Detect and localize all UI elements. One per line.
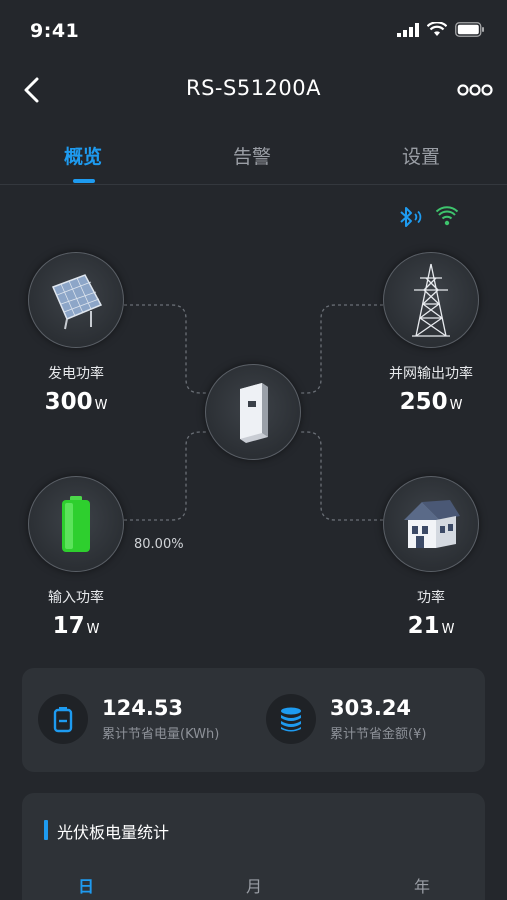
money-saved-stat: 303.24 累计节省金额(¥) <box>266 694 426 744</box>
nav-bar: RS-S51200A <box>0 62 507 118</box>
solar-panel-node[interactable] <box>28 252 124 348</box>
energy-saved-label: 累计节省电量(KWh) <box>102 727 220 742</box>
solar-panel-icon <box>51 274 103 330</box>
grid-output-power-value: 250 W <box>399 389 463 415</box>
tab-alarms[interactable]: 告警 <box>233 142 271 169</box>
period-tab-day[interactable]: 日 <box>78 873 94 897</box>
period-tab-year[interactable]: 年 <box>414 873 430 897</box>
savings-card: 124.53 累计节省电量(KWh) 303.24 累计节省金额(¥) <box>22 668 485 772</box>
period-tab-month[interactable]: 月 <box>246 873 262 897</box>
tab-active-indicator <box>73 179 95 183</box>
energy-saved-value: 124.53 <box>102 696 184 720</box>
input-power-value: 17 W <box>52 613 100 639</box>
wifi-status-icon <box>427 22 447 36</box>
solar-stats-title: 光伏板电量统计 <box>57 823 170 842</box>
more-button[interactable] <box>457 80 493 100</box>
bluetooth-icon <box>400 207 422 227</box>
solar-stats-card: 光伏板电量统计 日 月 年 <box>22 793 485 900</box>
home-power-value: 21 W <box>407 613 455 639</box>
grid-tower-node[interactable] <box>383 252 479 348</box>
tab-settings[interactable]: 设置 <box>402 142 440 169</box>
section-title-marker <box>44 820 48 840</box>
inverter-device-icon <box>240 383 268 443</box>
more-dots-icon <box>457 84 493 96</box>
cellular-signal-icon <box>397 22 419 37</box>
connection-status <box>398 206 458 228</box>
tab-bar: 概览 告警 设置 <box>0 130 507 185</box>
home-power-label: 功率 <box>417 590 445 606</box>
wifi-icon <box>436 206 458 226</box>
status-bar: 9:41 <box>0 0 507 62</box>
coins-stack-icon <box>281 707 301 732</box>
money-stat-icon-wrap <box>266 694 316 744</box>
tab-overview[interactable]: 概览 <box>64 142 102 169</box>
solar-power-label: 发电功率 <box>48 366 104 382</box>
battery-status-icon <box>455 22 484 37</box>
status-icons <box>397 22 485 37</box>
money-saved-value: 303.24 <box>330 696 412 720</box>
power-tower-icon <box>412 263 450 337</box>
grid-output-power-label: 并网输出功率 <box>389 366 473 382</box>
home-node[interactable] <box>383 476 479 572</box>
energy-stat-icon-wrap <box>38 694 88 744</box>
status-time: 9:41 <box>30 20 80 42</box>
battery-outline-icon <box>53 707 73 733</box>
input-power-label: 输入功率 <box>48 590 104 606</box>
battery-percent: 80.00% <box>134 537 184 552</box>
solar-power-value: 300 W <box>44 389 108 415</box>
energy-saved-stat: 124.53 累计节省电量(KWh) <box>38 694 219 744</box>
house-icon <box>404 500 460 548</box>
inverter-node[interactable] <box>205 364 301 460</box>
money-saved-label: 累计节省金额(¥) <box>330 727 427 742</box>
page-title: RS-S51200A <box>186 76 321 100</box>
battery-icon <box>62 496 90 552</box>
battery-node[interactable] <box>28 476 124 572</box>
